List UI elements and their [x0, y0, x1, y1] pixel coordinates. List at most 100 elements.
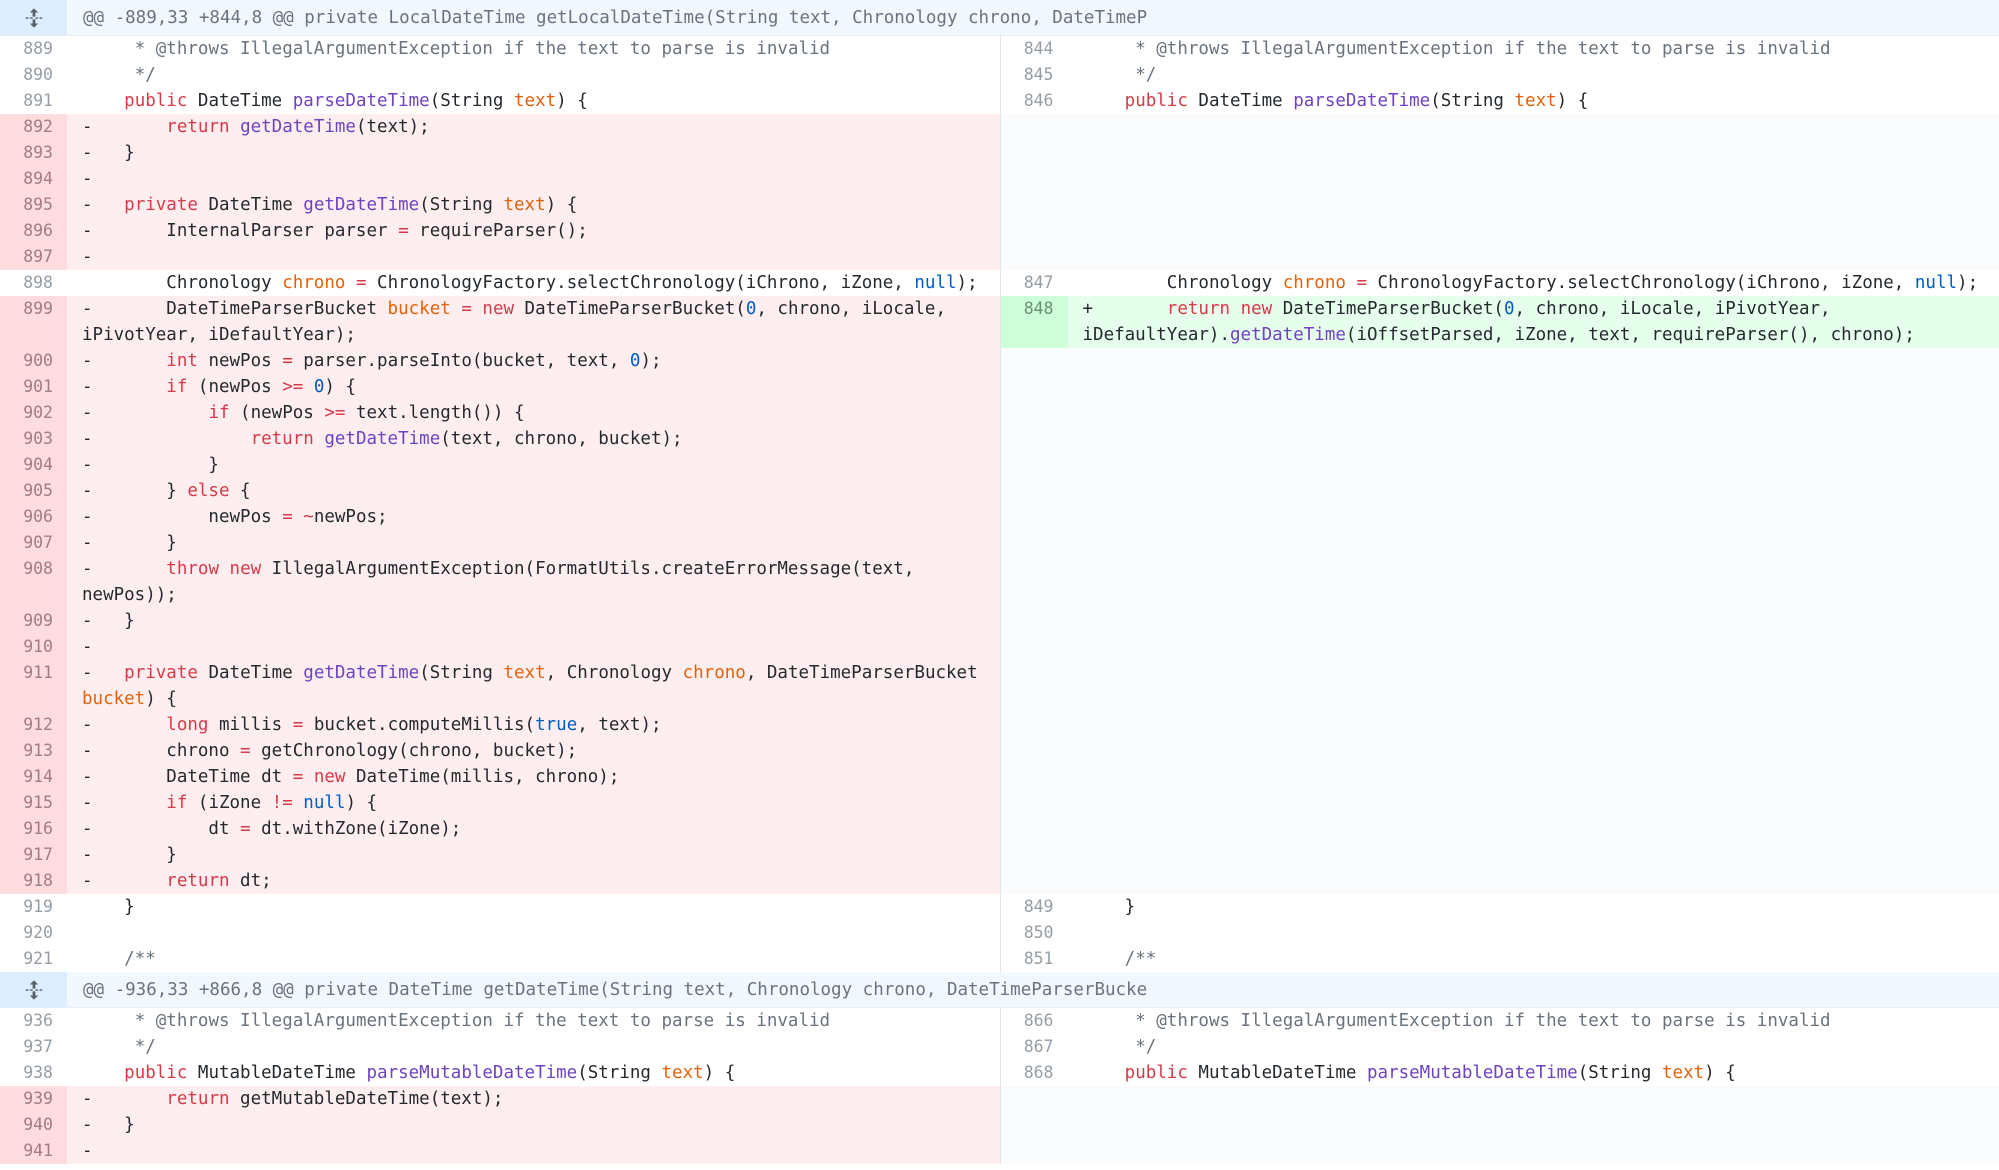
line-number[interactable]: 897: [0, 244, 67, 270]
diff-row: 919 } 849 }: [0, 894, 1999, 920]
left-side-line: 909 - }: [0, 608, 1000, 634]
line-number[interactable]: 914: [0, 764, 67, 790]
line-number[interactable]: 938: [0, 1060, 67, 1086]
line-number[interactable]: 846: [1001, 88, 1068, 114]
code-line: - long millis = bucket.computeMillis(tru…: [82, 715, 662, 735]
line-number[interactable]: 848: [1000, 296, 1068, 348]
line-number[interactable]: 916: [0, 816, 67, 842]
line-number[interactable]: 921: [0, 946, 67, 972]
line-number: [1000, 218, 1068, 244]
code-line: -: [82, 247, 93, 267]
line-number[interactable]: 911: [0, 660, 67, 712]
line-number[interactable]: 909: [0, 608, 67, 634]
diff-row: 898 Chronology chrono = ChronologyFactor…: [0, 270, 1999, 296]
diff-row: 893 - }: [0, 140, 1999, 166]
line-number[interactable]: 850: [1001, 920, 1068, 946]
line-number[interactable]: 868: [1001, 1060, 1068, 1086]
right-side-line: 866 * @throws IllegalArgumentException i…: [999, 1008, 1999, 1034]
right-side-empty: [999, 556, 1999, 608]
right-side-empty: [999, 842, 1999, 868]
diff-row: 941-: [0, 1138, 1999, 1164]
diff-row: 917 - }: [0, 842, 1999, 868]
line-number[interactable]: 905: [0, 478, 67, 504]
line-number[interactable]: 919: [0, 894, 67, 920]
hunk-header: @@ -889,33 +844,8 @@ private LocalDateTi…: [0, 0, 1999, 36]
code-line: - DateTimeParserBucket bucket = new Date…: [82, 299, 957, 345]
line-number[interactable]: 918: [0, 868, 67, 894]
left-side-line: 902 - if (newPos >= text.length()) {: [0, 400, 1000, 426]
left-side-line: 918 - return dt;: [0, 868, 1000, 894]
code-line: Chronology chrono = ChronologyFactory.se…: [82, 273, 978, 293]
diff-row: 914 - DateTime dt = new DateTime(millis, …: [0, 764, 1999, 790]
diff-row: 940 - }: [0, 1112, 1999, 1138]
code-line: - private DateTime getDateTime(String te…: [82, 663, 989, 709]
expand-hunk-button[interactable]: [0, 0, 67, 35]
left-side-line: 899 - DateTimeParserBucket bucket = new D…: [0, 296, 1000, 348]
line-number[interactable]: 908: [0, 556, 67, 608]
line-number[interactable]: 940: [0, 1112, 67, 1138]
line-number[interactable]: 893: [0, 140, 67, 166]
line-number[interactable]: 917: [0, 842, 67, 868]
line-number: [1000, 426, 1068, 452]
line-number[interactable]: 895: [0, 192, 67, 218]
line-number[interactable]: 910: [0, 634, 67, 660]
code-line: - return getMutableDateTime(text);: [82, 1089, 504, 1109]
line-number[interactable]: 936: [0, 1008, 67, 1034]
left-side-line: 908 - throw new IllegalArgumentException(…: [0, 556, 1000, 608]
expand-hunk-button[interactable]: [0, 972, 67, 1007]
code-line: * @throws IllegalArgumentException if th…: [82, 39, 831, 59]
line-number[interactable]: 939: [0, 1086, 67, 1112]
line-number[interactable]: 847: [1001, 270, 1068, 296]
line-number[interactable]: 844: [1001, 36, 1068, 62]
line-number[interactable]: 891: [0, 88, 67, 114]
diff-row: 889 * @throws IllegalArgumentException i…: [0, 36, 1999, 62]
code-line: /**: [82, 949, 156, 969]
line-number: [1000, 452, 1068, 478]
line-number[interactable]: 900: [0, 348, 67, 374]
right-side-line: 850: [999, 920, 1999, 946]
line-number[interactable]: 890: [0, 62, 67, 88]
line-number[interactable]: 903: [0, 426, 67, 452]
right-side-line: 868 public MutableDateTime parseMutableD…: [999, 1060, 1999, 1086]
line-number[interactable]: 851: [1001, 946, 1068, 972]
line-number: [1000, 140, 1068, 166]
line-number[interactable]: 894: [0, 166, 67, 192]
code-line: -: [82, 637, 93, 657]
line-number: [1000, 556, 1068, 608]
line-number[interactable]: 849: [1001, 894, 1068, 920]
line-number[interactable]: 941: [0, 1138, 67, 1164]
line-number: [1000, 712, 1068, 738]
line-number[interactable]: 920: [0, 920, 67, 946]
right-side-empty: [999, 634, 1999, 660]
code-line: */: [82, 1037, 156, 1057]
line-number[interactable]: 907: [0, 530, 67, 556]
line-number[interactable]: 912: [0, 712, 67, 738]
right-side-empty: [999, 114, 1999, 140]
diff-row: 939 - return getMutableDateTime(text);: [0, 1086, 1999, 1112]
line-number[interactable]: 889: [0, 36, 67, 62]
code-line: - dt = dt.withZone(iZone);: [82, 819, 462, 839]
line-number[interactable]: 913: [0, 738, 67, 764]
code-line: public DateTime parseDateTime(String tex…: [1124, 91, 1589, 111]
line-number[interactable]: 937: [0, 1034, 67, 1060]
line-number[interactable]: 901: [0, 374, 67, 400]
line-number: [1000, 374, 1068, 400]
line-number[interactable]: 867: [1001, 1034, 1068, 1060]
line-number[interactable]: 902: [0, 400, 67, 426]
line-number[interactable]: 845: [1001, 62, 1068, 88]
diff-row: 905 - } else {: [0, 478, 1999, 504]
line-number[interactable]: 899: [0, 296, 67, 348]
line-number[interactable]: 915: [0, 790, 67, 816]
left-side-line: 906 - newPos = ~newPos;: [0, 504, 1000, 530]
code-line: - }: [82, 611, 135, 631]
right-side-line: 848 + return new DateTimeParserBucket(0, …: [999, 296, 1999, 348]
line-number[interactable]: 898: [0, 270, 67, 296]
line-number[interactable]: 896: [0, 218, 67, 244]
code-line: - if (newPos >= 0) {: [82, 377, 356, 397]
line-number[interactable]: 906: [0, 504, 67, 530]
line-number[interactable]: 866: [1001, 1008, 1068, 1034]
line-number[interactable]: 892: [0, 114, 67, 140]
line-number[interactable]: 904: [0, 452, 67, 478]
